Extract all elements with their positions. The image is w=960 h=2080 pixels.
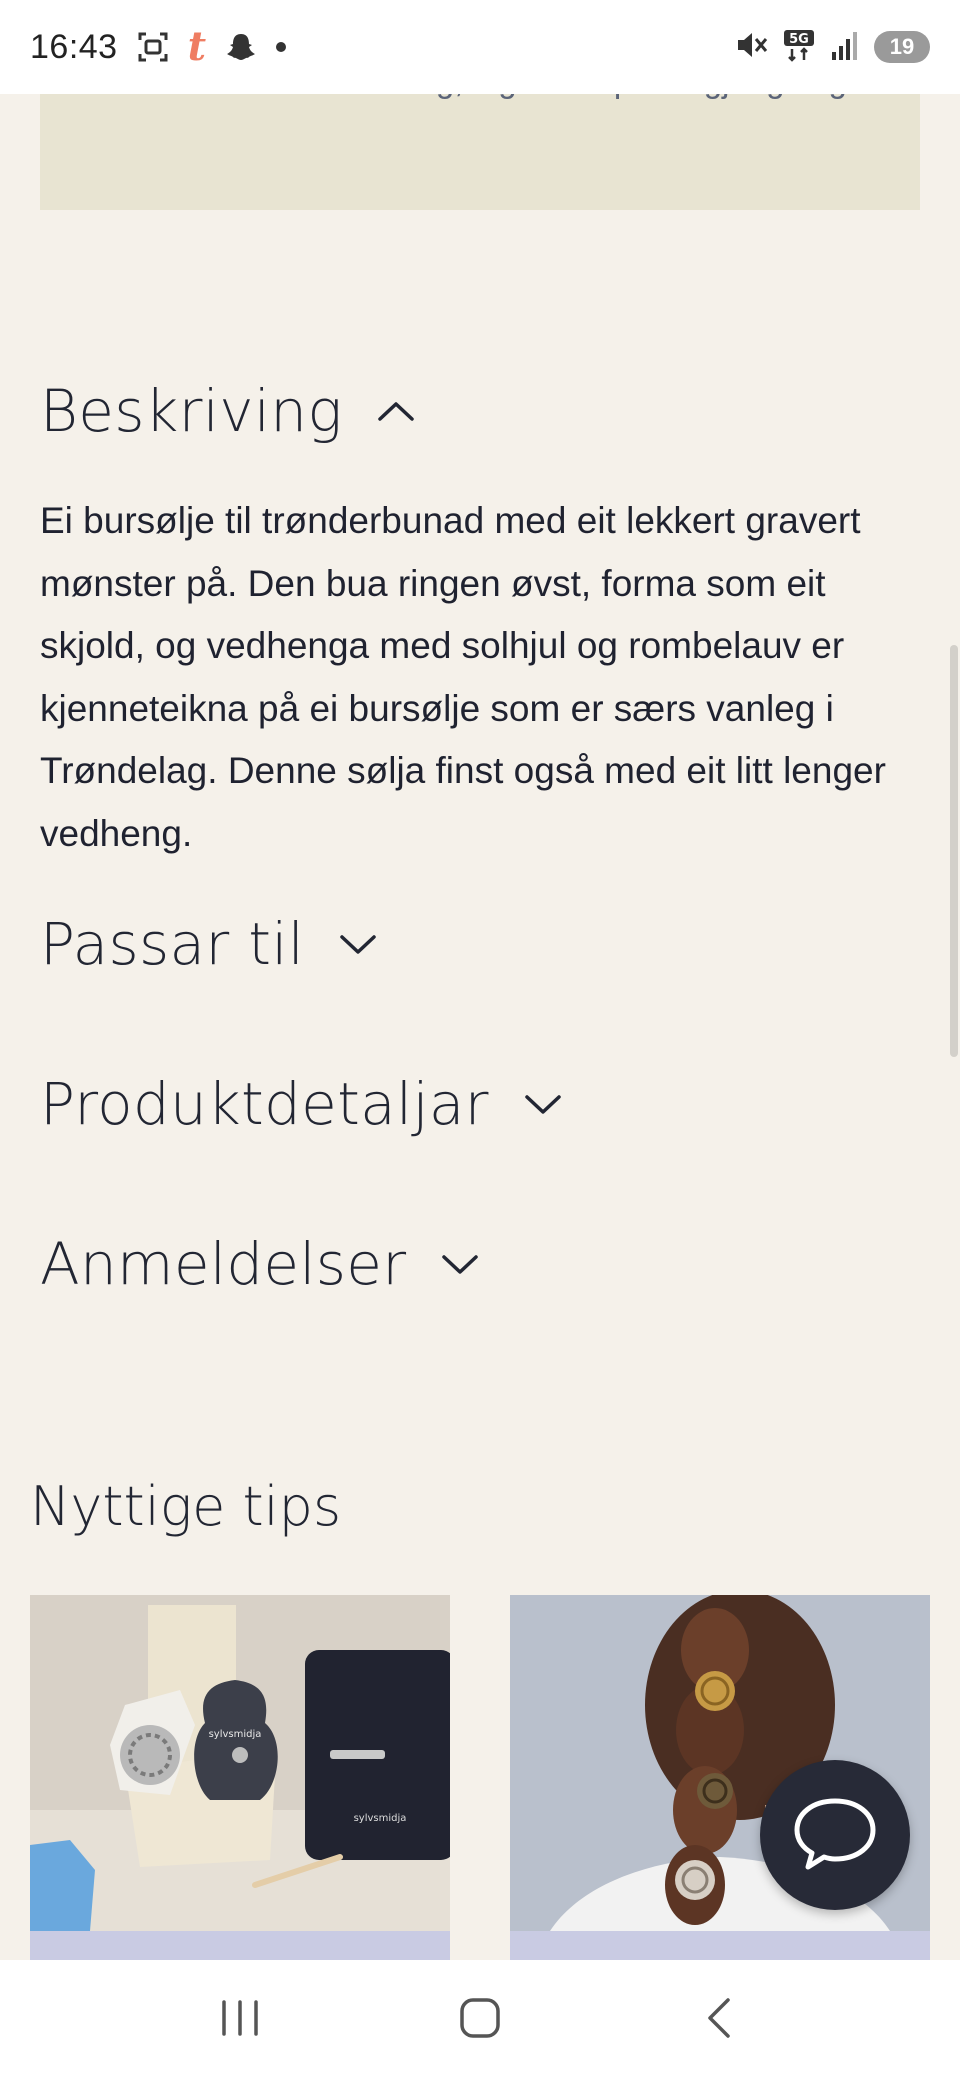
battery-icon: 19	[874, 31, 930, 63]
accordion-title-passar-til: Passar til	[40, 910, 305, 978]
chevron-down-icon	[440, 1252, 480, 1276]
tip-card-cleaning-kit[interactable]: sylvsmidja sylvsmidja	[30, 1595, 450, 1960]
back-button[interactable]	[670, 1980, 770, 2060]
chevron-down-icon	[523, 1092, 563, 1116]
brand-text: sylvsmidja	[209, 1729, 262, 1740]
back-icon	[702, 1996, 738, 2045]
navigation-bar	[0, 1960, 960, 2080]
shipping-notice-text: Sender kun innad i Noreg, ingen eksport …	[80, 94, 880, 106]
accordion-title-produktdetaljar: Produktdetaljar	[40, 1070, 489, 1138]
description-text: Ei bursølje til trønderbunad med eit lek…	[40, 500, 886, 854]
home-button[interactable]	[430, 1980, 530, 2060]
snapchat-icon	[224, 30, 258, 64]
status-bar: 16:43 t 5G 19	[0, 0, 960, 94]
chevron-up-icon	[376, 399, 416, 423]
svg-text:sylvsmidja: sylvsmidja	[354, 1813, 407, 1824]
tip-card-strip	[510, 1931, 930, 1960]
accordion-anmeldelser[interactable]: Anmeldelser	[40, 1235, 480, 1293]
accordion-title-beskriving: Beskriving	[40, 377, 343, 445]
home-icon	[458, 1996, 502, 2045]
accordion-title-anmeldelser: Anmeldelser	[40, 1230, 407, 1298]
tip-card-image: sylvsmidja sylvsmidja	[30, 1595, 450, 1931]
status-time: 16:43	[30, 27, 118, 66]
mute-icon	[734, 28, 768, 67]
signal-icon	[830, 28, 860, 67]
shipping-notice: Sender kun innad i Noreg, ingen eksport …	[40, 94, 920, 210]
scrollbar-thumb[interactable]	[950, 645, 958, 1057]
recents-button[interactable]	[190, 1980, 290, 2060]
screenshot-icon	[136, 30, 170, 64]
notification-dot-icon	[276, 42, 287, 52]
recents-icon	[218, 1998, 262, 2043]
section-heading-nyttige-tips: Nyttige tips	[30, 1475, 342, 1538]
svg-text:5G: 5G	[789, 32, 809, 47]
chevron-down-icon	[338, 932, 378, 956]
accordion-produktdetaljar[interactable]: Produktdetaljar	[40, 1075, 563, 1133]
chat-bubble-icon	[790, 1793, 880, 1878]
t-app-icon: t	[187, 23, 207, 70]
accordion-beskriving[interactable]: Beskriving	[40, 382, 416, 440]
accordion-passar-til[interactable]: Passar til	[40, 915, 378, 973]
tip-card-strip	[30, 1931, 450, 1960]
5g-icon: 5G	[782, 28, 816, 67]
chat-button[interactable]	[760, 1760, 910, 1910]
